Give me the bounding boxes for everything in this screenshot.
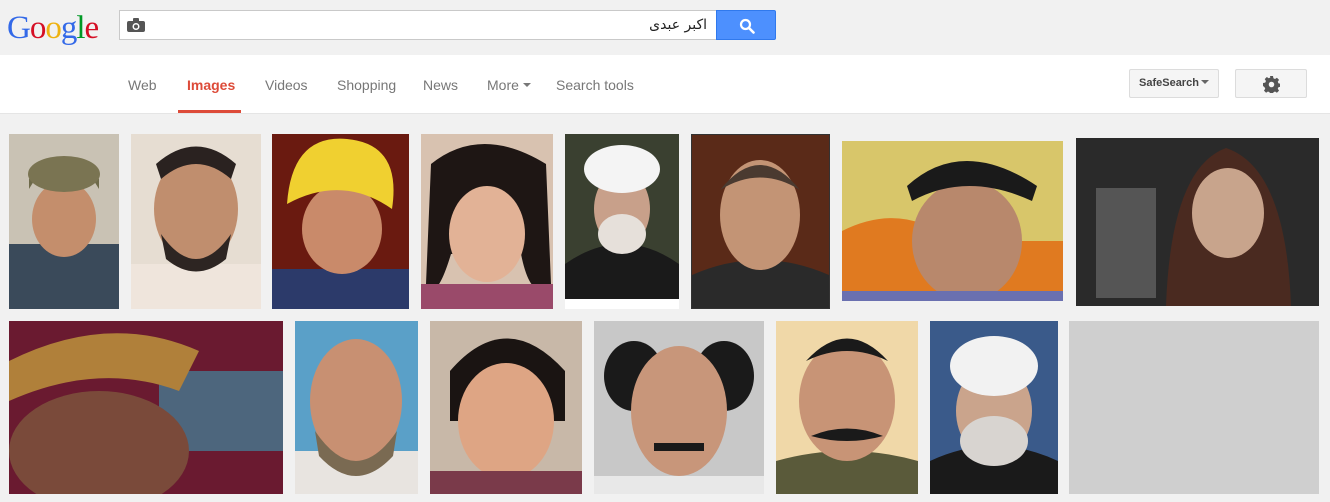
- gear-icon: [1263, 76, 1280, 93]
- active-tab-indicator: [178, 110, 241, 113]
- tab-shopping[interactable]: Shopping: [337, 77, 396, 93]
- search-query: اکبر عبدی: [649, 17, 707, 33]
- image-result[interactable]: [1076, 138, 1319, 306]
- image-result[interactable]: [295, 321, 418, 494]
- search-icon: [739, 18, 755, 34]
- image-result[interactable]: [272, 134, 409, 309]
- logo-letter: o: [45, 10, 61, 46]
- top-bar: Google اکبر عبدی: [0, 0, 1330, 55]
- image-result[interactable]: [131, 134, 261, 309]
- image-result[interactable]: [421, 134, 553, 309]
- chevron-down-icon: [522, 83, 531, 88]
- logo-letter: g: [60, 10, 77, 46]
- image-result[interactable]: [430, 321, 582, 494]
- tab-more-label: More: [487, 77, 519, 93]
- camera-icon[interactable]: [127, 18, 145, 32]
- tab-videos[interactable]: Videos: [265, 77, 308, 93]
- image-result[interactable]: [565, 134, 679, 309]
- tab-search-tools[interactable]: Search tools: [556, 77, 634, 93]
- logo-letter: G: [7, 10, 31, 46]
- image-result[interactable]: [842, 141, 1063, 301]
- logo-letter: o: [29, 10, 46, 46]
- google-logo[interactable]: Google: [7, 10, 100, 46]
- chevron-down-icon: [1200, 80, 1209, 85]
- tab-more[interactable]: More: [487, 77, 531, 93]
- image-result[interactable]: [930, 321, 1058, 494]
- search-input[interactable]: اکبر عبدی: [119, 10, 717, 40]
- settings-button[interactable]: [1235, 69, 1307, 98]
- search-button[interactable]: [716, 10, 776, 40]
- image-result[interactable]: [9, 321, 283, 494]
- logo-letter: l: [76, 10, 85, 46]
- image-result[interactable]: [691, 134, 830, 309]
- tab-images[interactable]: Images: [187, 77, 235, 93]
- safesearch-label: SafeSearch: [1139, 77, 1199, 89]
- logo-letter: e: [84, 10, 100, 46]
- image-placeholder: [1069, 321, 1319, 494]
- image-result[interactable]: [9, 134, 119, 309]
- image-result[interactable]: [776, 321, 918, 494]
- safesearch-button[interactable]: SafeSearch: [1129, 69, 1219, 98]
- tab-web[interactable]: Web: [128, 77, 157, 93]
- tab-news[interactable]: News: [423, 77, 458, 93]
- image-result[interactable]: [594, 321, 764, 494]
